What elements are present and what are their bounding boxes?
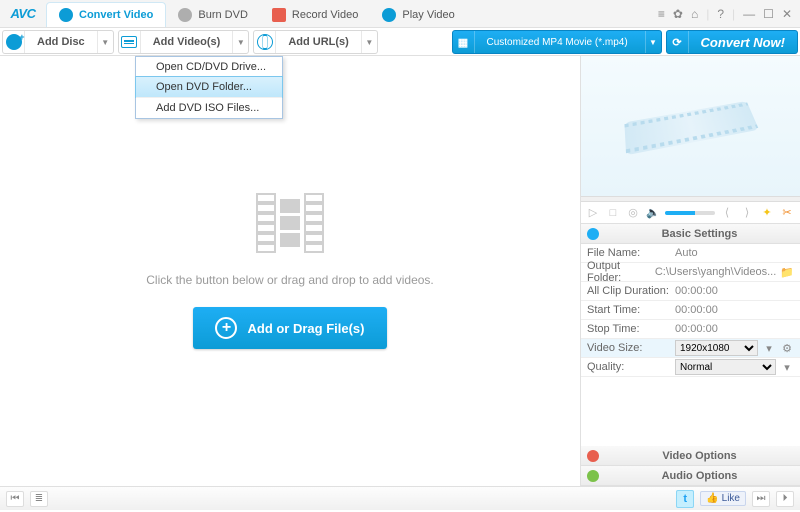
tab-label: Record Video [292, 9, 358, 21]
quality-select[interactable]: Normal [675, 359, 776, 375]
expand-icon[interactable]: ⏵ [776, 491, 794, 507]
facebook-like-button[interactable]: 👍Like [700, 491, 746, 506]
basic-settings-header[interactable]: Basic Settings [581, 224, 800, 244]
output-folder-value[interactable]: C:\Users\yangh\Videos... [655, 266, 776, 278]
play-icon[interactable]: ▷ [585, 206, 601, 220]
toolbar: + Add Disc ▼ Add Video(s) ▼ Add URL(s) ▼… [0, 28, 800, 56]
quality-label: Quality: [587, 361, 671, 373]
stop-time-label: Stop Time: [587, 323, 671, 335]
bracket-left-icon[interactable]: ⟨ [719, 206, 735, 220]
tab-convert-video[interactable]: Convert Video [46, 2, 166, 27]
volume-slider[interactable] [665, 211, 715, 215]
mute-icon[interactable]: 🔈 [645, 206, 661, 220]
start-time-label: Start Time: [587, 304, 671, 316]
clip-duration-value: 00:00:00 [675, 285, 794, 297]
video-size-label: Video Size: [587, 342, 671, 354]
video-options-header[interactable]: Video Options [581, 446, 800, 466]
menu-add-iso[interactable]: Add DVD ISO Files... [136, 97, 282, 118]
file-name-value[interactable]: Auto [675, 247, 794, 259]
window-controls: ≡ ✿ ⌂ | ? | — ☐ ✕ [650, 0, 800, 27]
refresh-icon: ⟳ [672, 36, 681, 49]
audio-options-header[interactable]: Audio Options [581, 466, 800, 486]
output-folder-label: Output Folder: [587, 260, 651, 284]
chevron-down-icon[interactable]: ▾ [780, 361, 794, 374]
globe-plus-icon [257, 34, 273, 50]
menu-icon[interactable]: ≡ [658, 7, 665, 21]
audio-circle-icon [587, 470, 599, 482]
main-tabs: Convert Video Burn DVD Record Video Play… [46, 0, 650, 27]
add-videos-dropdown: Open CD/DVD Drive... Open DVD Folder... … [135, 56, 283, 119]
snapshot-icon[interactable]: ◎ [625, 206, 641, 220]
film-strip-icon [624, 101, 759, 155]
refresh-icon [59, 8, 73, 22]
settings-circle-icon [587, 228, 599, 240]
main-area: Click the button below or drag and drop … [0, 56, 800, 486]
key-icon[interactable]: ⌂ [691, 7, 698, 21]
chevron-down-icon[interactable]: ▾ [762, 342, 776, 355]
film-plus-icon [121, 36, 137, 48]
film-placeholder-icon [250, 193, 330, 253]
tab-label: Convert Video [79, 9, 153, 21]
chevron-down-icon[interactable]: ▼ [361, 31, 377, 53]
menu-open-drive[interactable]: Open CD/DVD Drive... [136, 57, 282, 77]
minimize-icon[interactable]: — [743, 7, 755, 21]
twitter-icon[interactable]: t [676, 490, 694, 508]
tab-label: Play Video [402, 9, 454, 21]
disc-plus-icon: + [6, 34, 22, 50]
effects-icon[interactable]: ✦ [759, 206, 775, 220]
basic-settings-panel: File Name: Auto Output Folder: C:\Users\ya… [581, 244, 800, 377]
drop-hint: Click the button below or drag and drop … [146, 273, 434, 287]
bracket-right-icon[interactable]: ⟩ [739, 206, 755, 220]
add-videos-button[interactable]: Add Video(s) ▼ [118, 30, 250, 54]
start-time-value[interactable]: 00:00:00 [675, 304, 794, 316]
sidebar: ▷ □ ◎ 🔈 ⟨ ⟩ ✦ ✂ Basic Settings File Name… [580, 56, 800, 486]
help-icon[interactable]: ? [717, 7, 724, 21]
disc-icon [178, 8, 192, 22]
title-bar: AVC Convert Video Burn DVD Record Video … [0, 0, 800, 28]
film-icon: ▦ [458, 36, 468, 49]
chevron-down-icon[interactable]: ▼ [232, 31, 248, 53]
add-disc-button[interactable]: + Add Disc ▼ [2, 30, 114, 54]
add-or-drag-files-button[interactable]: + Add or Drag File(s) [193, 307, 386, 349]
record-icon [272, 8, 286, 22]
menu-open-dvd-folder[interactable]: Open DVD Folder... [135, 76, 283, 98]
stop-time-value[interactable]: 00:00:00 [675, 323, 794, 335]
prev-page-icon[interactable]: ⏮ [6, 491, 24, 507]
next-page-icon[interactable]: ⏭ [752, 491, 770, 507]
list-view-icon[interactable]: ≣ [30, 491, 48, 507]
chevron-down-icon[interactable]: ▼ [97, 31, 113, 53]
gear-icon[interactable]: ⚙ [780, 342, 794, 355]
clip-duration-label: All Clip Duration: [587, 285, 671, 297]
video-size-select[interactable]: 1920x1080 [675, 340, 758, 356]
tab-label: Burn DVD [198, 9, 248, 21]
output-profile-button[interactable]: ▦ Customized MP4 Movie (*.mp4) ▼ [452, 30, 662, 54]
tab-play-video[interactable]: Play Video [370, 2, 466, 27]
play-icon [382, 8, 396, 22]
cut-icon[interactable]: ✂ [779, 206, 795, 220]
status-bar: ⏮ ≣ t 👍Like ⏭ ⏵ [0, 486, 800, 510]
browse-folder-icon[interactable]: 📁 [780, 266, 794, 279]
thumbs-up-icon: 👍 [706, 493, 718, 504]
chevron-down-icon[interactable]: ▼ [645, 31, 661, 53]
file-name-label: File Name: [587, 247, 671, 259]
tab-record-video[interactable]: Record Video [260, 2, 370, 27]
video-circle-icon [587, 450, 599, 462]
drop-zone[interactable]: Click the button below or drag and drop … [0, 56, 580, 486]
player-controls: ▷ □ ◎ 🔈 ⟨ ⟩ ✦ ✂ [581, 202, 800, 224]
preview-panel [581, 56, 800, 196]
settings-icon[interactable]: ✿ [673, 7, 683, 21]
close-icon[interactable]: ✕ [782, 7, 792, 21]
add-urls-button[interactable]: Add URL(s) ▼ [253, 30, 378, 54]
stop-icon[interactable]: □ [605, 206, 621, 220]
plus-circle-icon: + [215, 317, 237, 339]
tab-burn-dvd[interactable]: Burn DVD [166, 2, 260, 27]
convert-now-button[interactable]: ⟳ Convert Now! [666, 30, 799, 54]
maximize-icon[interactable]: ☐ [763, 7, 774, 21]
app-logo: AVC [0, 0, 46, 27]
